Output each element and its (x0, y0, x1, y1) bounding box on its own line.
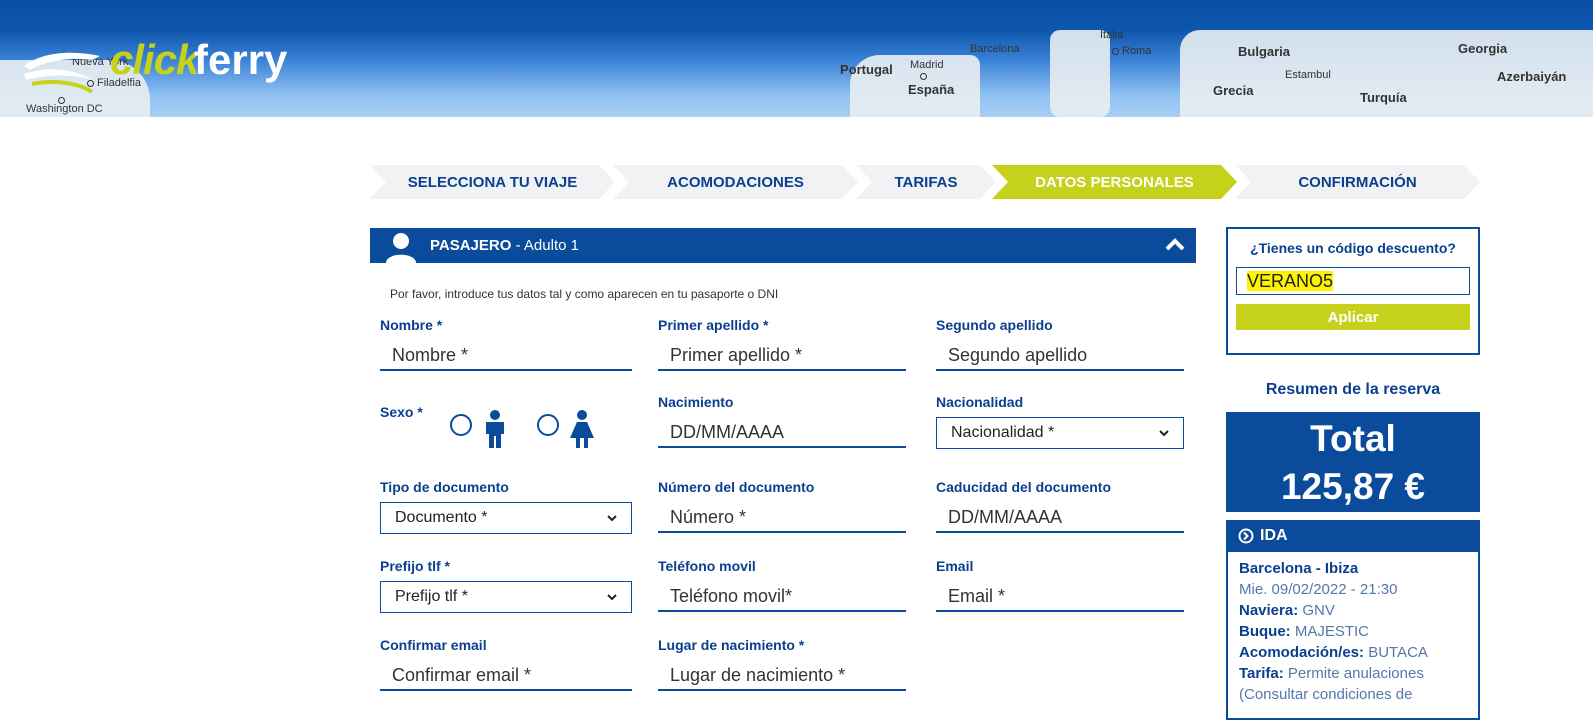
clickferry-logo[interactable]: click ferry (22, 32, 292, 94)
nacionalidad-select[interactable]: Nacionalidad * (936, 417, 1184, 449)
chevron-circle-right-icon (1238, 528, 1254, 544)
map-label-espana: España (908, 82, 955, 97)
chevron-down-icon (607, 515, 617, 522)
lugar-nacimiento-label: Lugar de nacimiento * (658, 637, 805, 653)
total-label: Total (1310, 418, 1396, 459)
discount-code-value: VERANO5 (1247, 271, 1334, 291)
confirmar-email-label: Confirmar email (380, 637, 487, 653)
logo-ferry-text: ferry (194, 36, 288, 83)
map-label-italia: Italia (1100, 29, 1124, 41)
step-selecciona-viaje[interactable]: SELECCIONA TU VIAJE (370, 165, 615, 199)
caducidad-label: Caducidad del documento (936, 479, 1112, 495)
chevron-down-icon (607, 594, 617, 601)
tipo-documento-select[interactable]: Documento * (380, 502, 632, 534)
male-icon (486, 410, 504, 448)
segundo-apellido-label: Segundo apellido (936, 317, 1053, 333)
primer-apellido-label: Primer apellido * (658, 317, 769, 333)
numero-documento-input[interactable] (658, 503, 906, 533)
chevron-down-icon (1159, 430, 1169, 437)
ida-datetime: Mie. 09/02/2022 - 21:30 (1239, 581, 1398, 598)
booking-steps: SELECCIONA TU VIAJE ACOMODACIONES TARIFA… (370, 165, 1480, 199)
logo-click-text: click (110, 36, 199, 83)
passenger-instructions: Por favor, introduce tus datos tal y com… (390, 287, 779, 301)
telefono-label: Teléfono movil (658, 558, 756, 574)
ferry-swoosh-icon (24, 52, 100, 94)
ida-label: IDA (1260, 527, 1288, 544)
passenger-panel-header[interactable]: PASAJERO - Adulto 1 (370, 228, 1196, 263)
nacionalidad-selected: Nacionalidad * (951, 424, 1055, 441)
map-label-roma: Roma (1112, 45, 1151, 57)
nombre-label: Nombre * (380, 317, 443, 333)
map-land-italy (1050, 30, 1110, 117)
nacionalidad-label: Nacionalidad (936, 394, 1024, 410)
ida-route: Barcelona - Ibiza (1239, 560, 1359, 577)
caducidad-input[interactable] (936, 503, 1184, 533)
sexo-hombre-radio[interactable] (450, 414, 472, 436)
email-label: Email (936, 558, 974, 574)
map-label-azerbaiyan: Azerbaiyán (1497, 69, 1567, 84)
tipo-documento-label: Tipo de documento (380, 479, 509, 495)
ida-naviera: Naviera: GNV (1239, 602, 1335, 619)
discount-code-input[interactable]: VERANO5 (1236, 267, 1470, 295)
map-label-portugal: Portugal (840, 62, 893, 77)
step-confirmacion[interactable]: CONFIRMACIÓN (1235, 165, 1480, 199)
segundo-apellido-input[interactable] (936, 341, 1184, 371)
ida-acomodacion: Acomodación/es: BUTACA (1239, 644, 1428, 661)
site-header: Nueva York Filadelfia Washington DC Port… (0, 0, 1593, 117)
step-acomodaciones[interactable]: ACOMODACIONES (613, 165, 858, 199)
ida-details: Barcelona - Ibiza Mie. 09/02/2022 - 21:3… (1239, 558, 1475, 705)
step-tarifas[interactable]: TARIFAS (856, 165, 996, 199)
chevron-up-icon[interactable] (1164, 234, 1186, 256)
person-icon (386, 233, 416, 263)
numero-documento-label: Número del documento (658, 479, 815, 495)
sexo-mujer-radio[interactable] (537, 414, 559, 436)
ida-header[interactable]: IDA (1228, 520, 1478, 552)
apply-discount-button[interactable]: Aplicar (1236, 304, 1470, 330)
ida-buque: Buque: MAJESTIC (1239, 623, 1370, 640)
telefono-input[interactable] (658, 582, 906, 612)
map-label-bulgaria: Bulgaria (1238, 44, 1291, 59)
email-input[interactable] (936, 582, 1184, 612)
ida-box: IDA Barcelona - Ibiza Mie. 09/02/2022 - … (1226, 520, 1480, 720)
total-box: Total 125,87 € (1226, 412, 1480, 512)
prefijo-label: Prefijo tlf * (380, 558, 451, 574)
map-label-grecia: Grecia (1213, 83, 1254, 98)
total-value: 125,87 € (1280, 466, 1426, 507)
discount-question: ¿Tienes un código descuento? (1250, 240, 1456, 256)
tipo-documento-selected: Documento * (395, 509, 488, 526)
summary-title: Resumen de la reserva (1265, 381, 1441, 398)
lugar-nacimiento-input[interactable] (658, 661, 906, 691)
sexo-label: Sexo * (380, 404, 423, 420)
passenger-title: PASAJERO - Adulto 1 (430, 237, 579, 254)
ida-tarifa: Tarifa: Permite anulaciones (Consultar c… (1239, 665, 1424, 703)
nombre-input[interactable] (380, 341, 632, 371)
prefijo-select[interactable]: Prefijo tlf * (380, 581, 632, 613)
map-label-barcelona: Barcelona (970, 43, 1020, 55)
step-datos-personales[interactable]: DATOS PERSONALES (992, 165, 1237, 199)
confirmar-email-input[interactable] (380, 661, 632, 691)
female-icon (570, 410, 594, 448)
map-label-washington: Washington DC (26, 103, 103, 115)
primer-apellido-input[interactable] (658, 341, 906, 371)
prefijo-selected: Prefijo tlf * (395, 588, 468, 605)
map-madrid-dot (920, 70, 930, 82)
nacimiento-input[interactable] (658, 418, 906, 448)
map-label-turquia: Turquía (1360, 90, 1407, 105)
discount-box: ¿Tienes un código descuento? VERANO5 Apl… (1226, 227, 1480, 355)
nacimiento-label: Nacimiento (658, 394, 734, 410)
map-label-estambul: Estambul (1285, 69, 1331, 81)
map-label-georgia: Georgia (1458, 41, 1508, 56)
